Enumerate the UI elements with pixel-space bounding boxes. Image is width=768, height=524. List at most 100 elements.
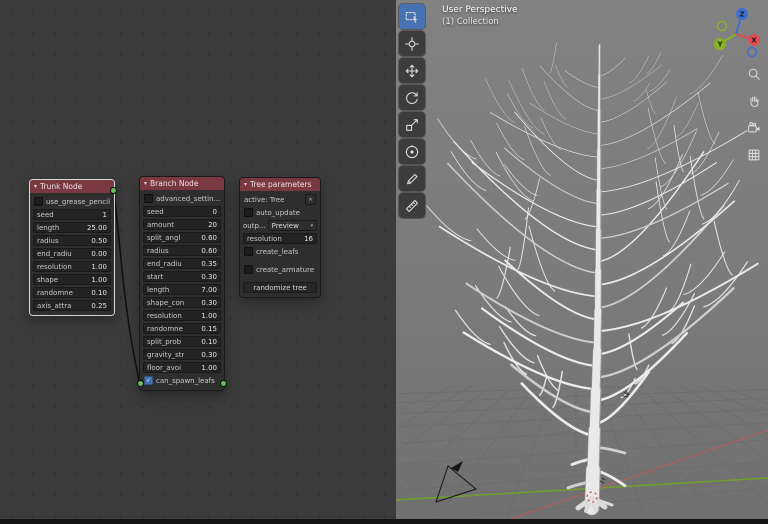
annotate-icon — [404, 171, 420, 187]
property-end-radiu[interactable]: end_radiu0.00 — [33, 248, 111, 259]
property-label: split_angl — [147, 234, 180, 242]
viewport-perspective-label: User Perspective — [442, 5, 518, 15]
checkbox[interactable] — [34, 197, 43, 206]
property-value: 0 — [213, 208, 217, 216]
property-seed[interactable]: seed 0 — [143, 206, 221, 217]
property-start[interactable]: start0.30 — [143, 271, 221, 282]
tool-cursor[interactable] — [399, 31, 425, 56]
nav-pan-hand-button[interactable] — [747, 93, 761, 112]
property-value: 1.00 — [201, 364, 217, 372]
node-branch-node[interactable]: ▾Branch Node advanced_settin...seed 0 amoun… — [140, 177, 224, 390]
active-object-label: active: Tree — [244, 196, 284, 204]
node-header[interactable]: ▾Branch Node — [140, 177, 224, 190]
property-create-leafs[interactable]: create_leafs — [243, 246, 317, 257]
3d-viewport[interactable]: User Perspective (1) Collection X Y Z — [396, 0, 768, 519]
gizmo-neg-z-ball[interactable] — [748, 48, 757, 57]
nav-zoom-button[interactable] — [747, 66, 761, 85]
node-tree-parameters[interactable]: ▾Tree parameters active: Tree ✕ auto_update… — [240, 178, 320, 297]
node-socket-left[interactable] — [137, 380, 144, 387]
property-label: randomne — [37, 289, 73, 297]
node-socket-right[interactable] — [220, 380, 227, 387]
status-bar — [0, 519, 768, 524]
gizmo-y-label: Y — [716, 41, 723, 49]
property-shape-con[interactable]: shape_con0.30 — [143, 297, 221, 308]
property-advanced-settin[interactable]: advanced_settin... — [143, 193, 221, 204]
property-label: radius — [37, 237, 59, 245]
property-radius[interactable]: radius0.50 — [33, 235, 111, 246]
checkbox[interactable] — [244, 265, 253, 274]
collapse-triangle-icon[interactable]: ▾ — [144, 181, 147, 187]
property-value: 0.30 — [201, 351, 217, 359]
property-length[interactable]: length25.00 — [33, 222, 111, 233]
property-use-grease-pencil[interactable]: use_grease_pencil — [33, 196, 111, 207]
checkbox-label: auto_update — [256, 209, 300, 217]
property-randomne[interactable]: randomne0.10 — [33, 287, 111, 298]
viewport-nav-icons — [747, 66, 761, 166]
property-can-spawn-leafs[interactable]: ✓can_spawn_leafs — [143, 375, 221, 386]
clear-active-button[interactable]: ✕ — [305, 194, 316, 205]
property-split-prob[interactable]: split_prob0.10 — [143, 336, 221, 347]
property-radius[interactable]: radius0.60 — [143, 245, 221, 256]
collapse-triangle-icon[interactable]: ▾ — [244, 182, 247, 188]
dropdown-row-outp: outp...Preview▾ — [243, 220, 317, 231]
tool-select-box[interactable] — [399, 4, 425, 29]
property-value: 1.00 — [91, 263, 107, 271]
navigation-gizmo[interactable]: X Y Z — [710, 4, 766, 60]
property-shape[interactable]: shape1.00 — [33, 274, 111, 285]
nav-camera-button[interactable] — [747, 120, 761, 139]
property-label: seed — [147, 208, 164, 216]
camera-icon — [747, 121, 761, 135]
viewport-toolbar — [399, 4, 425, 218]
property-randomne[interactable]: randomne0.15 — [143, 323, 221, 334]
property-value: 0.10 — [201, 338, 217, 346]
property-label: length — [37, 224, 59, 232]
property-length[interactable]: length7.00 — [143, 284, 221, 295]
property-floor-avoi[interactable]: floor_avoi 1.00 — [143, 362, 221, 373]
measure-icon — [404, 198, 420, 214]
property-label: gravity_str — [147, 351, 184, 359]
property-gravity-str[interactable]: gravity_str 0.30 — [143, 349, 221, 360]
property-resolution[interactable]: resolution1.00 — [143, 310, 221, 321]
node-editor[interactable]: ▾Trunk Nodeuse_grease_pencilseed1length2… — [0, 0, 397, 519]
property-seed[interactable]: seed1 — [33, 209, 111, 220]
gizmo-x-label: X — [751, 37, 757, 45]
property-label: resolution — [147, 312, 182, 320]
checkbox-label: can_spawn_leafs — [156, 377, 215, 385]
node-trunk-node[interactable]: ▾Trunk Node use_grease_pencil seed1 length2… — [30, 180, 114, 315]
row-gap — [243, 277, 317, 280]
dropdown-preview[interactable]: Preview▾ — [268, 220, 317, 231]
property-split-angl[interactable]: split_angl0.60 — [143, 232, 221, 243]
property-label: length — [147, 286, 169, 294]
tool-move[interactable] — [399, 58, 425, 83]
property-resolution[interactable]: resolution16 — [243, 233, 317, 244]
node-body: use_grease_pencilseed1length25.00radius0… — [30, 193, 114, 315]
checkbox[interactable] — [244, 247, 253, 256]
active-object-field[interactable]: active: Tree ✕ — [243, 194, 317, 205]
node-header[interactable]: ▾Trunk Node — [30, 180, 114, 193]
node-title: Trunk Node — [40, 182, 82, 191]
collapse-triangle-icon[interactable]: ▾ — [34, 184, 37, 190]
property-value: 0.25 — [91, 302, 107, 310]
property-label: axis_attra — [37, 302, 71, 310]
tool-rotate[interactable] — [399, 85, 425, 110]
tool-transform[interactable] — [399, 139, 425, 164]
property-axis-attra[interactable]: axis_attra 0.25 — [33, 300, 111, 311]
property-amount[interactable]: amount20 — [143, 219, 221, 230]
tool-scale[interactable] — [399, 112, 425, 137]
property-label: floor_avoi — [147, 364, 181, 372]
tool-annotate[interactable] — [399, 166, 425, 191]
checkbox[interactable] — [144, 194, 153, 203]
property-resolution[interactable]: resolution1.00 — [33, 261, 111, 272]
property-auto-update[interactable]: auto_update — [243, 207, 317, 218]
checkbox[interactable] — [244, 208, 253, 217]
property-end-radiu[interactable]: end_radiu0.35 — [143, 258, 221, 269]
node-socket-right[interactable] — [110, 187, 117, 194]
property-label: seed — [37, 211, 54, 219]
node-header[interactable]: ▾Tree parameters — [240, 178, 320, 191]
tool-measure[interactable] — [399, 193, 425, 218]
checkbox[interactable]: ✓ — [144, 376, 153, 385]
nav-ortho-grid-button[interactable] — [747, 147, 761, 166]
property-create-armature[interactable]: create_armature — [243, 264, 317, 275]
gizmo-neg-y-ball[interactable] — [718, 22, 727, 31]
button-randomize-tree[interactable]: randomize tree — [243, 282, 317, 293]
